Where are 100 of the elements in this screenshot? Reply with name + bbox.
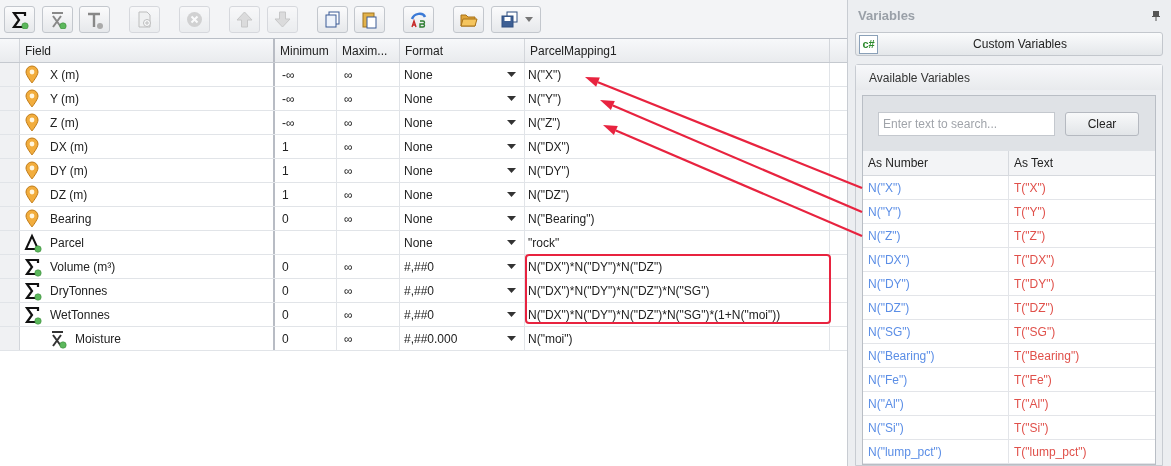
format-dropdown[interactable]: None bbox=[400, 183, 525, 206]
copy-button[interactable] bbox=[317, 5, 348, 33]
format-dropdown[interactable]: None bbox=[400, 135, 525, 158]
caret-icon bbox=[507, 144, 516, 149]
save-button[interactable] bbox=[491, 5, 541, 33]
format-dropdown[interactable]: #,##0 bbox=[400, 279, 525, 302]
field-name: DryTonnes bbox=[49, 282, 109, 300]
variable-text[interactable]: T("DZ") bbox=[1014, 298, 1054, 317]
column-header[interactable]: ParcelMapping1 bbox=[525, 39, 830, 62]
paste-icon bbox=[360, 9, 379, 29]
variable-text[interactable]: T("DY") bbox=[1014, 274, 1055, 293]
row-header[interactable] bbox=[0, 87, 20, 110]
field-name: DZ (m) bbox=[49, 186, 89, 204]
row-header[interactable] bbox=[0, 159, 20, 182]
mapping-expression[interactable]: N("moi") bbox=[528, 329, 573, 348]
mapping-expression[interactable]: N("DZ") bbox=[528, 185, 570, 204]
sigma-button[interactable] bbox=[4, 5, 35, 33]
rename-button[interactable] bbox=[403, 5, 434, 33]
row-header[interactable] bbox=[0, 207, 20, 230]
column-header[interactable]: As Number bbox=[863, 151, 1009, 175]
table-cell-text: -∞ bbox=[282, 66, 295, 84]
xbar-button[interactable] bbox=[42, 5, 73, 33]
row-header[interactable] bbox=[0, 111, 20, 134]
format-dropdown[interactable]: None bbox=[400, 159, 525, 182]
delta-icon bbox=[23, 232, 42, 253]
table-cell-text: 0 bbox=[282, 282, 289, 300]
pin-icon bbox=[1152, 11, 1160, 22]
caret-icon bbox=[507, 216, 516, 221]
variable-text[interactable]: T("Bearing") bbox=[1014, 346, 1080, 365]
variable-text[interactable]: T("Z") bbox=[1014, 226, 1046, 245]
map-pin-icon bbox=[23, 64, 42, 85]
row-header[interactable] bbox=[0, 231, 20, 254]
format-dropdown[interactable]: None bbox=[400, 63, 525, 86]
add-page-icon bbox=[135, 9, 154, 29]
sigma-icon bbox=[23, 304, 42, 325]
mapping-expression[interactable]: N("DX")*N("DY")*N("DZ")*N("SG") bbox=[528, 281, 710, 300]
search-field[interactable]: Enter text to search... bbox=[878, 111, 1055, 136]
column-header[interactable]: Format bbox=[400, 39, 525, 62]
variable-text[interactable]: T("Si") bbox=[1014, 418, 1049, 437]
format-dropdown[interactable]: None bbox=[400, 207, 525, 230]
csharp-icon: c# bbox=[859, 34, 878, 54]
custom-variables-button[interactable]: c# Custom Variables bbox=[855, 32, 1163, 56]
field-name: Moisture bbox=[74, 330, 122, 348]
table-cell-text: ∞ bbox=[344, 162, 353, 180]
caret-icon bbox=[507, 288, 516, 293]
sigma-icon bbox=[23, 280, 42, 301]
field-name: DX (m) bbox=[49, 138, 89, 156]
mapping-expression[interactable]: N("Y") bbox=[528, 89, 562, 108]
mapping-expression[interactable]: N("DX")*N("DY")*N("DZ")*N("SG")*(1+N("moi")) bbox=[528, 305, 781, 324]
map-pin-icon bbox=[23, 184, 42, 205]
field-name: Y (m) bbox=[49, 90, 81, 108]
row-header[interactable] bbox=[0, 135, 20, 158]
column-header[interactable]: Minimum bbox=[275, 39, 337, 62]
caret-icon bbox=[507, 336, 516, 341]
caret-icon bbox=[524, 16, 533, 22]
variable-text[interactable]: T("Al") bbox=[1014, 394, 1049, 413]
format-dropdown[interactable]: #,##0.000 bbox=[400, 327, 525, 350]
paste-button[interactable] bbox=[354, 5, 385, 33]
table-cell-text: 0 bbox=[282, 210, 289, 228]
map-pin-icon bbox=[23, 112, 42, 133]
table-cell-text: ∞ bbox=[344, 90, 353, 108]
row-header[interactable] bbox=[0, 279, 20, 302]
column-header[interactable]: Field bbox=[20, 39, 275, 62]
row-header[interactable] bbox=[0, 327, 20, 350]
variable-text[interactable]: T("SG") bbox=[1014, 322, 1056, 341]
caret-icon bbox=[507, 72, 516, 77]
format-dropdown[interactable]: None bbox=[400, 111, 525, 134]
row-header[interactable] bbox=[0, 255, 20, 278]
format-dropdown[interactable]: #,##0 bbox=[400, 255, 525, 278]
variable-text[interactable]: T("Fe") bbox=[1014, 370, 1052, 389]
table-cell-text: 0 bbox=[282, 306, 289, 324]
mapping-expression[interactable]: N("DX")*N("DY")*N("DZ") bbox=[528, 257, 663, 276]
text-button[interactable] bbox=[79, 5, 110, 33]
variable-text[interactable]: T("Y") bbox=[1014, 202, 1046, 221]
format-dropdown[interactable]: #,##0 bbox=[400, 303, 525, 326]
mapping-expression[interactable]: N("DY") bbox=[528, 161, 570, 180]
mapping-expression[interactable]: N("X") bbox=[528, 65, 562, 84]
row-header[interactable] bbox=[0, 183, 20, 206]
variable-text[interactable]: T("DX") bbox=[1014, 250, 1055, 269]
table-cell-text: ∞ bbox=[344, 138, 353, 156]
variable-text[interactable]: T("X") bbox=[1014, 178, 1046, 197]
map-pin-icon bbox=[23, 208, 42, 229]
format-dropdown[interactable]: None bbox=[400, 231, 525, 254]
column-header[interactable]: As Text bbox=[1009, 151, 1155, 175]
variable-text[interactable]: T("lump_pct") bbox=[1014, 442, 1087, 461]
clear-button[interactable]: Clear bbox=[1065, 111, 1139, 136]
row-header[interactable] bbox=[0, 303, 20, 326]
mapping-expression[interactable]: N("DX") bbox=[528, 137, 570, 156]
mapping-expression[interactable]: "rock" bbox=[528, 233, 560, 252]
format-dropdown[interactable]: None bbox=[400, 87, 525, 110]
table-cell-text: 1 bbox=[282, 186, 289, 204]
sigma-icon bbox=[23, 256, 42, 277]
table-cell-text: ∞ bbox=[344, 114, 353, 132]
mapping-expression[interactable]: N("Z") bbox=[528, 113, 561, 132]
column-header[interactable]: Maxim... bbox=[337, 39, 400, 62]
open-button[interactable] bbox=[453, 5, 484, 33]
mapping-expression[interactable]: N("Bearing") bbox=[528, 209, 595, 228]
table-cell-text: -∞ bbox=[282, 90, 295, 108]
caret-icon bbox=[507, 120, 516, 125]
row-header[interactable] bbox=[0, 63, 20, 86]
